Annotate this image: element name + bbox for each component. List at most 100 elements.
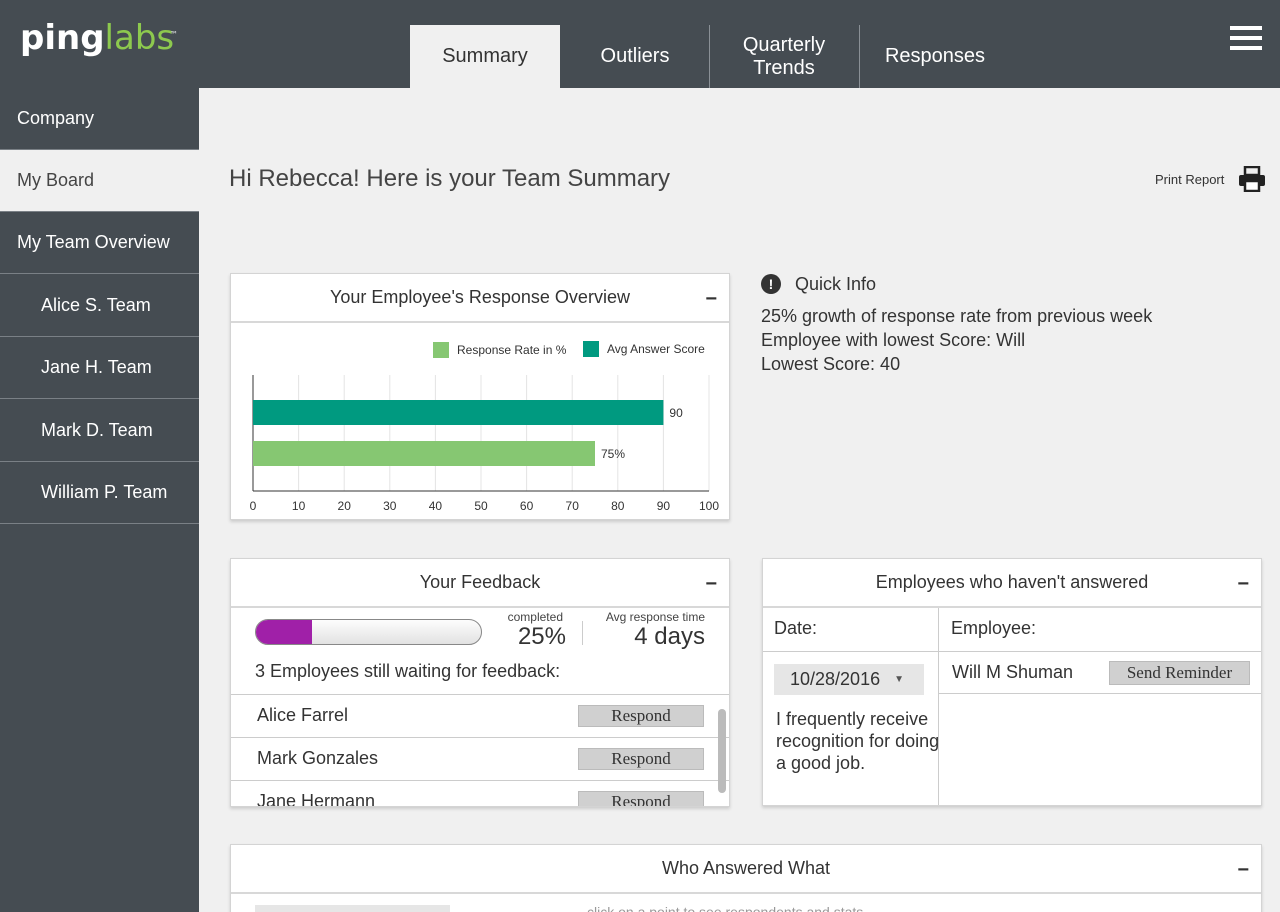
feedback-employee-list[interactable]: Alice Farrel Respond Mark Gonzales Respo… bbox=[231, 694, 729, 806]
quick-info-line: Employee with lowest Score: Will bbox=[761, 330, 1026, 350]
respond-button[interactable]: Respond bbox=[578, 791, 704, 806]
x-tick-label: 50 bbox=[474, 499, 488, 513]
x-tick-label: 60 bbox=[520, 499, 534, 513]
minimize-button[interactable]: − bbox=[705, 288, 717, 311]
tab-responses[interactable]: Responses bbox=[860, 25, 1010, 88]
logo-ping-text: ping bbox=[20, 18, 105, 58]
sidebar-item-label: William P. Team bbox=[41, 482, 168, 502]
sidebar-item-my-team-overview[interactable]: My Team Overview bbox=[0, 212, 199, 274]
list-item: Mark Gonzales Respond bbox=[231, 738, 729, 781]
completed-label: completed bbox=[507, 610, 563, 624]
response-overview-card: Your Employee's Response Overview − Resp… bbox=[230, 273, 730, 520]
sidebar-item-mark-team[interactable]: Mark D. Team bbox=[0, 400, 199, 462]
data-label: 75% bbox=[601, 447, 625, 461]
tab-quarterly-trends-label: Quarterly Trends bbox=[742, 33, 826, 79]
card-header: Your Employee's Response Overview − bbox=[231, 274, 729, 323]
employee-name: Alice Farrel bbox=[257, 705, 349, 725]
filter-dropdown[interactable] bbox=[255, 905, 450, 912]
employee-name: Jane Hermann bbox=[257, 791, 376, 806]
minimize-button[interactable]: − bbox=[1237, 859, 1249, 882]
quick-info-title: Quick Info bbox=[795, 274, 877, 294]
sidebar-item-label: Company bbox=[17, 108, 95, 128]
feedback-card: Your Feedback − completed 25% Avg respon… bbox=[230, 558, 730, 807]
card-title: Employees who haven't answered bbox=[875, 572, 1149, 592]
card-header: Employees who haven't answered − bbox=[763, 559, 1261, 608]
waiting-text: 3 Employees still waiting for feedback: bbox=[255, 661, 561, 681]
sidebar-item-jane-team[interactable]: Jane H. Team bbox=[0, 337, 199, 399]
data-label: 90 bbox=[669, 406, 683, 420]
minimize-button[interactable]: − bbox=[705, 573, 717, 596]
sidebar-item-my-board[interactable]: My Board bbox=[0, 150, 199, 212]
date-dropdown[interactable]: 10/28/2016 ▼ bbox=[774, 664, 924, 695]
tab-outliers[interactable]: Outliers bbox=[560, 25, 710, 88]
legend-label: Response Rate in % bbox=[457, 343, 567, 357]
row-divider bbox=[939, 693, 1261, 694]
x-tick-label: 90 bbox=[657, 499, 671, 513]
legend-item-avg-score: Avg Answer Score bbox=[583, 341, 705, 357]
page-title: Hi Rebecca! Here is your Team Summary bbox=[229, 165, 671, 192]
tab-summary[interactable]: Summary bbox=[410, 25, 560, 88]
pinglabs-logo[interactable]: pinglabs ™ bbox=[20, 18, 178, 58]
x-tick-label: 30 bbox=[383, 499, 397, 513]
tab-outliers-label: Outliers bbox=[600, 45, 670, 67]
chart-hint-text: click on a point to see respondents and … bbox=[587, 904, 864, 912]
x-tick-label: 80 bbox=[611, 499, 625, 513]
bar-response-rate-in bbox=[253, 441, 595, 466]
respond-button[interactable]: Respond bbox=[578, 748, 704, 770]
print-report-label: Print Report bbox=[1155, 171, 1225, 187]
feedback-progress-bar bbox=[255, 619, 482, 645]
card-header: Who Answered What − bbox=[231, 845, 1261, 894]
quick-info-line: Lowest Score: 40 bbox=[761, 354, 901, 374]
respond-button[interactable]: Respond bbox=[578, 705, 704, 727]
caret-down-icon: ▼ bbox=[894, 674, 904, 685]
list-item: Jane Hermann Respond bbox=[231, 781, 729, 806]
sidebar-item-alice-team[interactable]: Alice S. Team bbox=[0, 275, 199, 337]
sidebar: Company My Board My Team Overview Alice … bbox=[0, 88, 199, 912]
card-title: Your Employee's Response Overview bbox=[330, 287, 630, 307]
sidebar-item-company[interactable]: Company bbox=[0, 88, 199, 150]
progress-fill bbox=[256, 620, 313, 644]
sidebar-item-label: My Team Overview bbox=[17, 232, 170, 252]
response-overview-chart: 0 10 20 30 40 50 60 70 80 90 100 90 75% bbox=[250, 375, 719, 513]
sidebar-item-label: Mark D. Team bbox=[41, 420, 153, 440]
send-reminder-button[interactable]: Send Reminder bbox=[1109, 661, 1250, 685]
avg-response-label: Avg response time bbox=[605, 610, 705, 624]
x-tick-label: 0 bbox=[250, 499, 257, 513]
sidebar-item-william-team[interactable]: William P. Team bbox=[0, 462, 199, 524]
date-column-header: Date: bbox=[774, 618, 818, 638]
hamburger-menu-icon[interactable] bbox=[1230, 26, 1262, 50]
table-header-divider bbox=[763, 651, 1261, 652]
legend-item-response-rate: Response Rate in % bbox=[433, 342, 566, 358]
logo-trademark: ™ bbox=[170, 30, 178, 39]
tab-responses-label: Responses bbox=[884, 45, 986, 67]
printer-icon bbox=[1239, 166, 1266, 192]
legend-swatch bbox=[583, 341, 599, 357]
who-answered-card: Who Answered What − click on a point to … bbox=[230, 844, 1262, 912]
logo-labs-text: labs bbox=[104, 18, 175, 58]
print-report-button[interactable]: Print Report bbox=[1155, 166, 1266, 192]
exclamation-icon: ! bbox=[761, 274, 781, 294]
card-header: Your Feedback − bbox=[231, 559, 729, 608]
employee-name: Mark Gonzales bbox=[257, 748, 379, 768]
minimize-button[interactable]: − bbox=[1237, 573, 1249, 596]
completed-value: 25% bbox=[517, 623, 566, 650]
list-scrollbar[interactable] bbox=[718, 709, 726, 793]
stat-divider bbox=[582, 621, 583, 645]
tab-quarterly-trends[interactable]: Quarterly Trends bbox=[710, 25, 858, 88]
question-text: I frequently receive recognition for doi… bbox=[776, 709, 940, 773]
employee-column-header: Employee: bbox=[951, 618, 1037, 638]
quick-info-heading: ! Quick Info bbox=[761, 272, 1152, 296]
x-tick-label: 20 bbox=[338, 499, 352, 513]
sidebar-item-label: Jane H. Team bbox=[41, 357, 152, 377]
top-header: pinglabs ™ Summary Outliers Quarterly Tre… bbox=[0, 0, 1280, 88]
not-answered-card: Employees who haven't answered − Date: E… bbox=[762, 558, 1262, 806]
sidebar-item-label: Alice S. Team bbox=[41, 295, 151, 315]
x-tick-label: 70 bbox=[566, 499, 580, 513]
x-tick-label: 100 bbox=[699, 499, 719, 513]
quick-info-panel: ! Quick Info 25% growth of response rate… bbox=[761, 272, 1152, 376]
quick-info-line: 25% growth of response rate from previou… bbox=[761, 306, 1153, 326]
column-divider bbox=[938, 608, 939, 805]
card-title: Your Feedback bbox=[419, 572, 541, 592]
x-tick-label: 10 bbox=[292, 499, 306, 513]
card-title: Who Answered What bbox=[661, 858, 831, 878]
